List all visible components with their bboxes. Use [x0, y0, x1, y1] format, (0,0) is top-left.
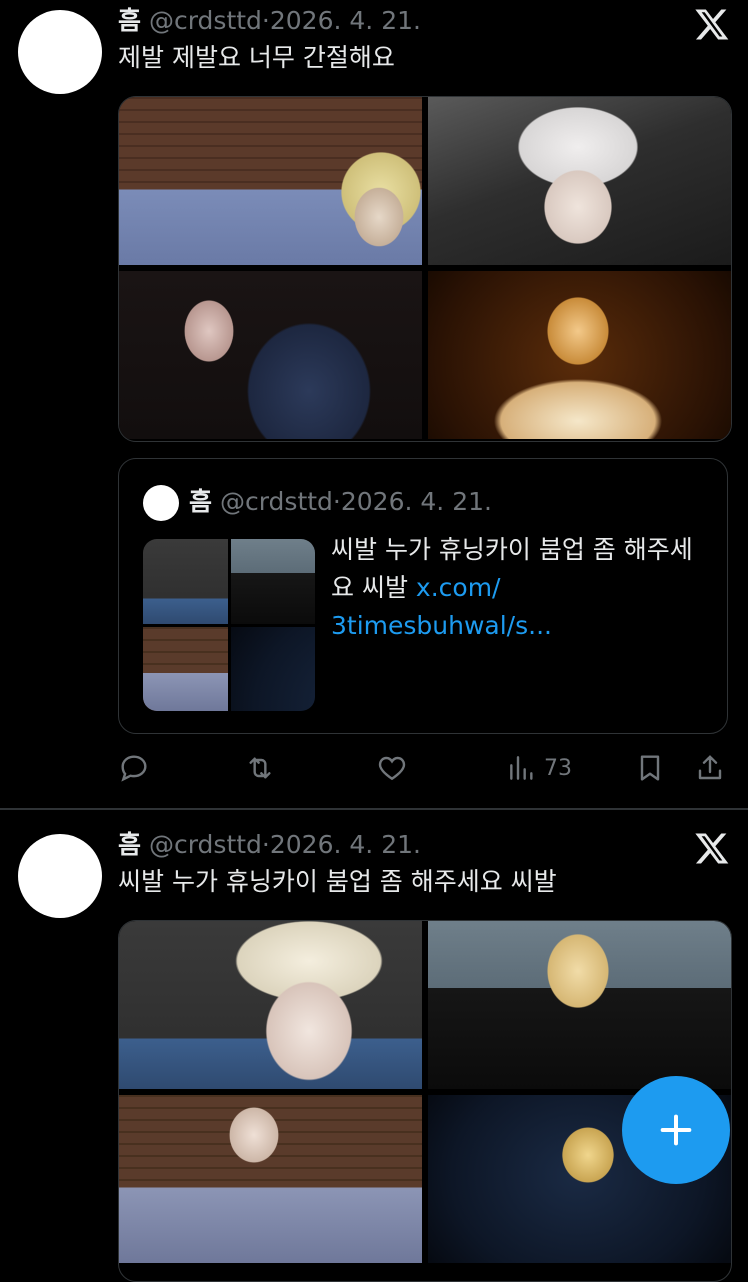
- action-bar: 73: [118, 748, 730, 788]
- retweet-button[interactable]: [244, 750, 276, 786]
- quote-date: 2026. 4. 21.: [340, 487, 492, 516]
- quote-photo-4[interactable]: [230, 626, 315, 711]
- quote-media-grid[interactable]: [143, 539, 315, 711]
- views-icon: [510, 756, 533, 780]
- reply-button[interactable]: [118, 750, 150, 786]
- separator-dot: ·: [261, 6, 270, 35]
- retweet-icon: [249, 757, 271, 779]
- photo-4[interactable]: [428, 271, 731, 439]
- quote-text: 씨발 누가 휴닝카이 붐업 좀 해주세요 씨발: [331, 535, 693, 602]
- x-logo-icon[interactable]: [694, 6, 730, 42]
- photo-1[interactable]: [119, 97, 422, 265]
- tweet-text: 제발 제발요 너무 간절해요: [118, 43, 395, 72]
- plus-icon: [660, 1114, 692, 1146]
- quote-photo-2[interactable]: [230, 539, 315, 624]
- quote-link-line1[interactable]: x.com/: [416, 573, 501, 602]
- x-logo-icon[interactable]: [694, 830, 730, 866]
- avatar[interactable]: [18, 834, 102, 918]
- separator-dot: ·: [332, 487, 341, 516]
- reply-icon: [121, 755, 147, 782]
- quote-link[interactable]: x.com/: [416, 573, 501, 602]
- quote-header: 흠 @crdsttd·2026. 4. 21.: [189, 487, 492, 517]
- tweet-header: 흠 @crdsttd·2026. 4. 21.: [118, 830, 421, 860]
- quoted-tweet[interactable]: 흠 @crdsttd·2026. 4. 21. 씨발 누가 휴닝카이 붐업 좀 …: [118, 458, 728, 734]
- photo-2[interactable]: [428, 97, 731, 265]
- compose-button[interactable]: [622, 1076, 730, 1184]
- tweet-date[interactable]: 2026. 4. 21.: [270, 830, 421, 859]
- separator-dot: ·: [261, 830, 270, 859]
- author-name[interactable]: 흠: [118, 830, 141, 859]
- avatar[interactable]: [18, 10, 102, 94]
- quote-author-name: 흠: [189, 487, 213, 516]
- media-grid[interactable]: [118, 96, 732, 442]
- quote-photo-3[interactable]: [143, 626, 228, 711]
- heart-icon: [378, 756, 406, 781]
- tweet[interactable]: 흠 @crdsttd·2026. 4. 21. 제발 제발요 너무 간절해요 흠…: [0, 0, 748, 808]
- tweet-date[interactable]: 2026. 4. 21.: [270, 6, 421, 35]
- quote-author-handle: @crdsttd: [219, 487, 333, 516]
- share-icon: [698, 755, 722, 780]
- share-button[interactable]: [694, 750, 726, 786]
- photo-1[interactable]: [119, 921, 422, 1089]
- quote-text-block: 씨발 누가 휴닝카이 붐업 좀 해주세요 씨발 x.com/ 3timesbuh…: [331, 531, 711, 645]
- bookmark-button[interactable]: [634, 750, 666, 786]
- quote-photo-1[interactable]: [143, 539, 228, 624]
- tweet-text: 씨발 누가 휴닝카이 붐업 좀 해주세요 씨발: [118, 867, 557, 896]
- views-button[interactable]: 73: [506, 750, 572, 786]
- quote-avatar: [143, 485, 179, 521]
- like-button[interactable]: [376, 750, 408, 786]
- tweet-header: 흠 @crdsttd·2026. 4. 21.: [118, 6, 421, 36]
- author-handle[interactable]: @crdsttd: [149, 6, 262, 35]
- author-name[interactable]: 흠: [118, 6, 141, 35]
- author-handle[interactable]: @crdsttd: [149, 830, 262, 859]
- quote-link-line2[interactable]: 3timesbuhwal/s...: [331, 607, 711, 645]
- photo-3[interactable]: [119, 271, 422, 439]
- bookmark-icon: [640, 755, 660, 781]
- photo-2[interactable]: [428, 921, 731, 1089]
- views-count: 73: [544, 755, 572, 781]
- photo-3[interactable]: [119, 1095, 422, 1263]
